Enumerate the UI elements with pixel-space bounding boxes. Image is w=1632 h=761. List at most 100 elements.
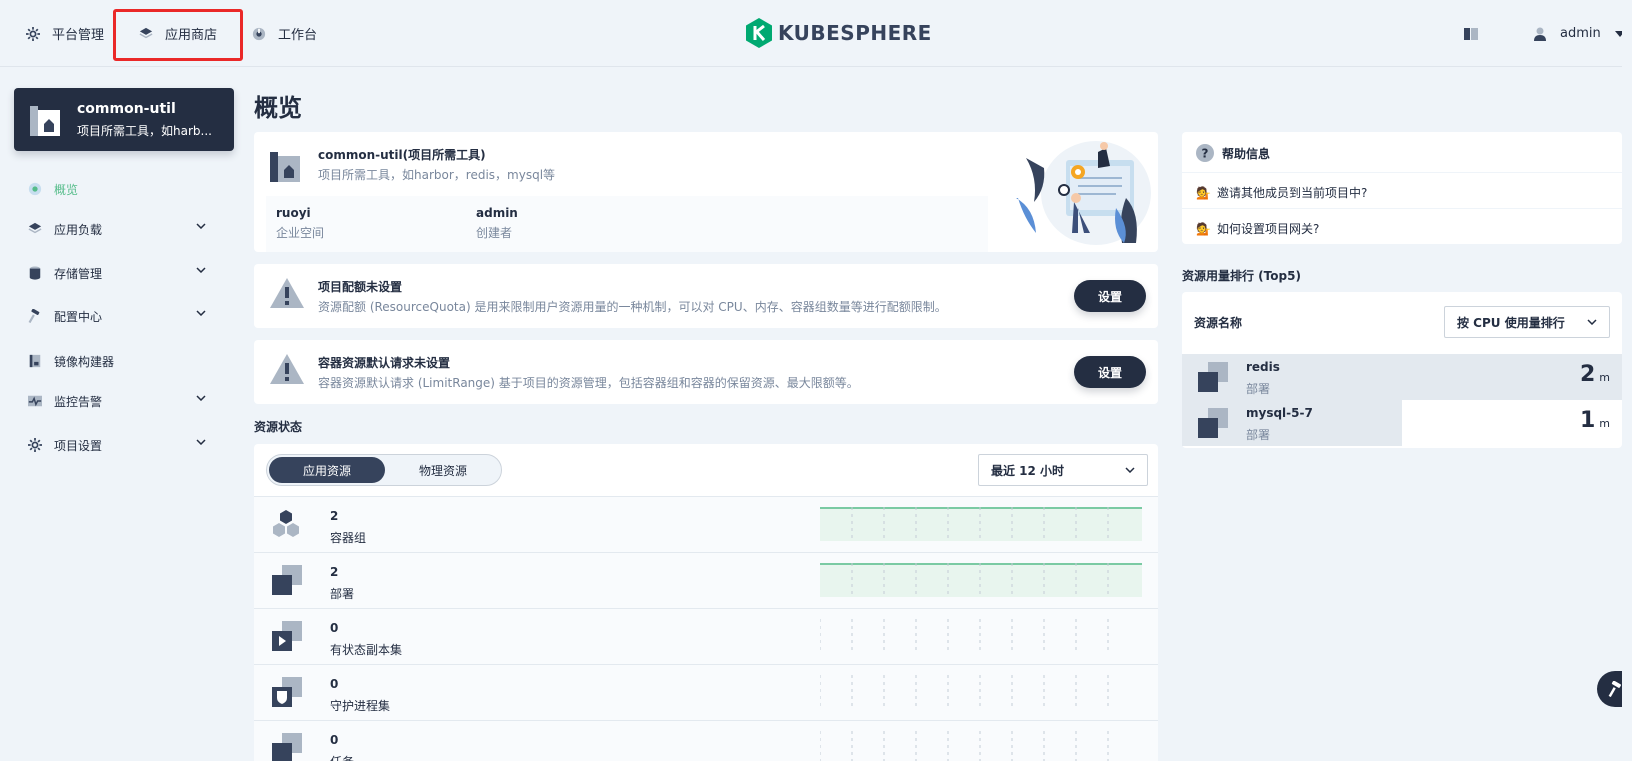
chevron-down-icon (1587, 319, 1597, 325)
sidebar-item-image-builder[interactable]: 镜像构建器 (28, 349, 218, 373)
image-builder-icon (29, 354, 41, 368)
divider (1182, 172, 1622, 173)
sidebar-item-config[interactable]: 配置中心 (28, 304, 218, 328)
project-full-name: common-util(项目所需工具) (318, 148, 486, 162)
quota-warning-card: 项目配额未设置 资源配额 (ResourceQuota) 是用来限制用户资源用量… (254, 264, 1158, 328)
monitor-icon (28, 395, 42, 407)
top-navbar: 平台管理 应用商店 工作台 KUBESPHERE admin (0, 0, 1632, 67)
docs-button[interactable] (1464, 0, 1478, 67)
chevron-down-icon (196, 439, 206, 445)
ranking-label: 资源用量排行 (Top5) (1182, 269, 1301, 283)
ranking-unit: m (1599, 417, 1610, 430)
ranking-row[interactable]: redis 部署 2m (1182, 354, 1622, 400)
help-link-invite[interactable]: 💁 邀请其他成员到当前项目中? (1196, 184, 1367, 201)
help-card: ? 帮助信息 💁 邀请其他成员到当前项目中? 💁 如何设置项目网关? (1182, 132, 1622, 244)
resource-status-label: 资源状态 (254, 420, 303, 434)
sidebar-item-workloads[interactable]: 应用负载 (28, 217, 218, 241)
workspace-value: ruoyi (276, 206, 311, 220)
creator-label: 创建者 (476, 226, 513, 240)
ranking-value: 1m (1580, 408, 1610, 433)
nav-workbench-label: 工作台 (278, 28, 318, 43)
chevron-down-icon (196, 267, 206, 273)
scrollbar[interactable] (1622, 0, 1632, 761)
ranking-value-number: 2 (1579, 362, 1596, 387)
resource-count: 0 (330, 677, 339, 691)
resource-sparkline (820, 563, 1142, 597)
kubesphere-logo[interactable]: KUBESPHERE (746, 18, 932, 48)
ranking-sort-value: 按 CPU 使用量排行 (1457, 315, 1565, 330)
time-range-select[interactable]: 最近 12 小时 (978, 454, 1148, 486)
ranking-name: mysql-5-7 (1246, 406, 1313, 420)
person-icon: 💁 (1196, 185, 1211, 200)
resource-sparkline (820, 619, 1109, 653)
sidebar-item-label: 存储管理 (54, 266, 103, 281)
warning-icon (270, 278, 304, 308)
deployment-icon (1198, 408, 1228, 438)
sidebar-item-monitoring[interactable]: 监控告警 (28, 389, 218, 413)
ranking-card: 资源名称 按 CPU 使用量排行 redis 部署 2m mysql-5-7 部… (1182, 292, 1622, 448)
nav-workbench[interactable]: 工作台 (252, 0, 317, 67)
quota-title: 项目配额未设置 (318, 280, 403, 294)
ranking-column-header: 资源名称 (1194, 316, 1243, 330)
kubesphere-logo-icon (746, 18, 772, 48)
creator-meta: admin 创建者 (476, 206, 518, 241)
limitrange-settings-button[interactable]: 设置 (1074, 356, 1146, 388)
chevron-down-icon (1125, 467, 1135, 473)
ranking-unit: m (1599, 371, 1610, 384)
deployment-icon (1198, 362, 1228, 392)
deployment-icon (272, 565, 302, 595)
chevron-down-icon (196, 223, 206, 229)
project-card[interactable]: common-util 项目所需工具，如harb... (14, 88, 234, 151)
overview-icon (28, 182, 42, 196)
resource-row-jobs[interactable]: 0 任务 (254, 720, 1158, 761)
chevron-down-icon (196, 310, 206, 316)
resource-row-daemonsets[interactable]: 0 守护进程集 (254, 664, 1158, 720)
resource-count: 2 (330, 565, 339, 579)
ranking-sort-select[interactable]: 按 CPU 使用量排行 (1444, 306, 1610, 338)
dashboard-icon (252, 27, 266, 40)
sidebar-item-storage[interactable]: 存储管理 (28, 261, 218, 285)
creator-value: admin (476, 206, 518, 220)
resource-row-deployments[interactable]: 2 部署 (254, 552, 1158, 608)
time-range-value: 最近 12 小时 (991, 463, 1065, 478)
resource-sparkline (820, 675, 1109, 709)
limitrange-title: 容器资源默认请求未设置 (318, 356, 451, 370)
project-info-card: common-util(项目所需工具) 项目所需工具，如harbor，redis… (254, 132, 1158, 252)
help-title: 帮助信息 (1222, 146, 1271, 161)
quota-desc: 资源配额 (ResourceQuota) 是用来限制用户资源用量的一种机制，可以… (318, 300, 947, 314)
resource-row-pods[interactable]: 2 容器组 (254, 496, 1158, 552)
sidebar-item-overview[interactable]: 概览 (28, 177, 218, 201)
project-name: common-util (77, 101, 176, 117)
ranking-row[interactable]: mysql-5-7 部署 1m (1182, 400, 1622, 446)
user-menu[interactable]: admin (1534, 0, 1625, 67)
quota-settings-button[interactable]: 设置 (1074, 280, 1146, 312)
book-icon (1464, 27, 1478, 40)
tab-app-resources[interactable]: 应用资源 (269, 457, 385, 483)
resource-count: 0 (330, 621, 339, 635)
project-icon (270, 152, 300, 182)
hammer-icon (28, 309, 40, 323)
tab-physical-resources[interactable]: 物理资源 (385, 457, 501, 483)
sidebar-item-label: 配置中心 (54, 309, 103, 324)
project-desc: 项目所需工具，如harb... (77, 124, 212, 138)
resource-sparkline (820, 507, 1142, 541)
ranking-value-number: 1 (1579, 408, 1596, 433)
sidebar-item-label: 概览 (54, 182, 79, 197)
resource-row-statefulsets[interactable]: 0 有状态副本集 (254, 608, 1158, 664)
gear-icon (28, 438, 42, 452)
sidebar-item-project-settings[interactable]: 项目设置 (28, 433, 218, 457)
project-icon (30, 106, 60, 136)
help-link-label: 如何设置项目网关? (1216, 222, 1320, 236)
hammer-icon (1608, 681, 1621, 697)
warning-icon (270, 354, 304, 384)
help-link-gateway[interactable]: 💁 如何设置项目网关? (1196, 220, 1319, 237)
project-description: 项目所需工具，如harbor，redis，mysql等 (318, 168, 556, 182)
ranking-type: 部署 (1246, 382, 1271, 396)
database-icon (29, 266, 41, 280)
statefulset-icon (272, 621, 302, 651)
sidebar-item-label: 应用负载 (54, 222, 103, 237)
kubesphere-logo-text: KUBESPHERE (778, 21, 932, 45)
question-icon: ? (1196, 144, 1214, 162)
svg-text:?: ? (1202, 147, 1209, 161)
nav-platform-management[interactable]: 平台管理 (26, 0, 104, 67)
